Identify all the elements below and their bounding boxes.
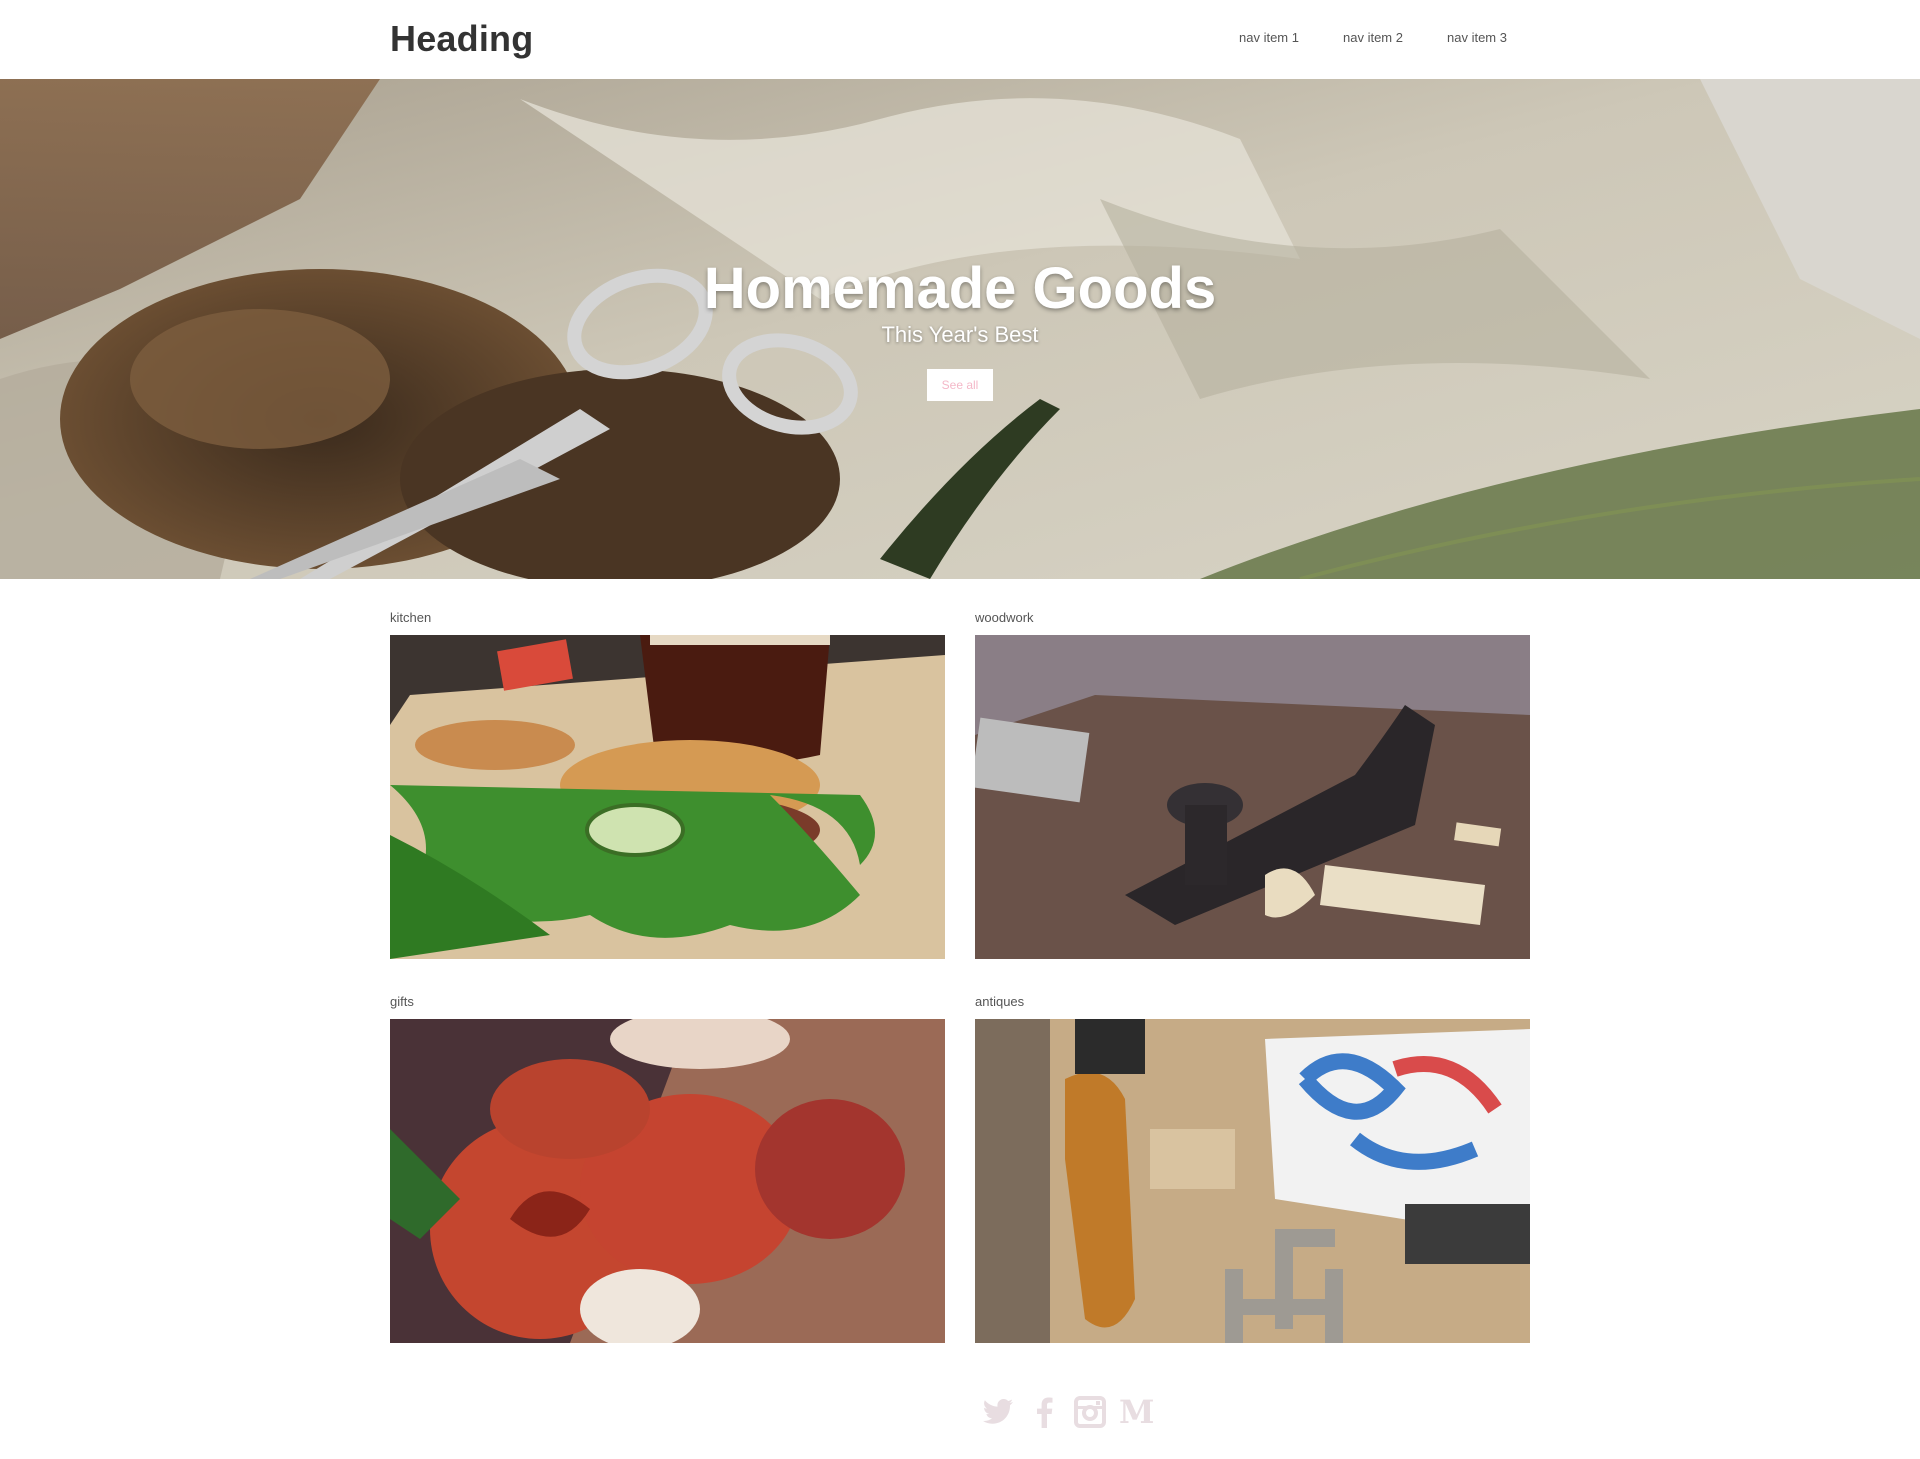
category-label[interactable]: kitchen bbox=[390, 610, 945, 635]
svg-text:M: M bbox=[1119, 1397, 1153, 1427]
kitchen-image[interactable] bbox=[390, 635, 945, 959]
woodwork-image[interactable] bbox=[975, 635, 1530, 959]
hero-subtitle: This Year's Best bbox=[881, 322, 1039, 347]
nav-item-1[interactable]: nav item 1 bbox=[1239, 30, 1343, 45]
category-card-antiques[interactable]: antiques bbox=[975, 994, 1530, 1343]
category-card-kitchen[interactable]: kitchen bbox=[390, 610, 945, 959]
see-all-button[interactable]: See all bbox=[927, 369, 993, 401]
nav-item-3[interactable]: nav item 3 bbox=[1447, 30, 1551, 45]
hero-content: Homemade Goods This Year's Best See all bbox=[0, 79, 1920, 579]
medium-icon[interactable]: M bbox=[1118, 1394, 1154, 1430]
social-links: M bbox=[980, 1394, 1154, 1430]
nav-item-2[interactable]: nav item 2 bbox=[1343, 30, 1447, 45]
facebook-icon[interactable] bbox=[1026, 1394, 1062, 1430]
category-card-woodwork[interactable]: woodwork bbox=[975, 610, 1530, 959]
hero-title: Homemade Goods bbox=[703, 256, 1217, 321]
instagram-icon[interactable] bbox=[1072, 1394, 1108, 1430]
top-bar: Heading nav item 1 nav item 2 nav item 3 bbox=[0, 0, 1920, 79]
main-nav: nav item 1 nav item 2 nav item 3 bbox=[1239, 30, 1551, 45]
site-heading[interactable]: Heading bbox=[390, 18, 533, 60]
antiques-image[interactable] bbox=[975, 1019, 1530, 1343]
gifts-image[interactable] bbox=[390, 1019, 945, 1343]
category-card-gifts[interactable]: gifts bbox=[390, 994, 945, 1343]
category-label[interactable]: gifts bbox=[390, 994, 945, 1019]
twitter-icon[interactable] bbox=[980, 1394, 1016, 1430]
hero-banner: Homemade Goods This Year's Best See all bbox=[0, 79, 1920, 579]
category-label[interactable]: antiques bbox=[975, 994, 1530, 1019]
category-label[interactable]: woodwork bbox=[975, 610, 1530, 635]
